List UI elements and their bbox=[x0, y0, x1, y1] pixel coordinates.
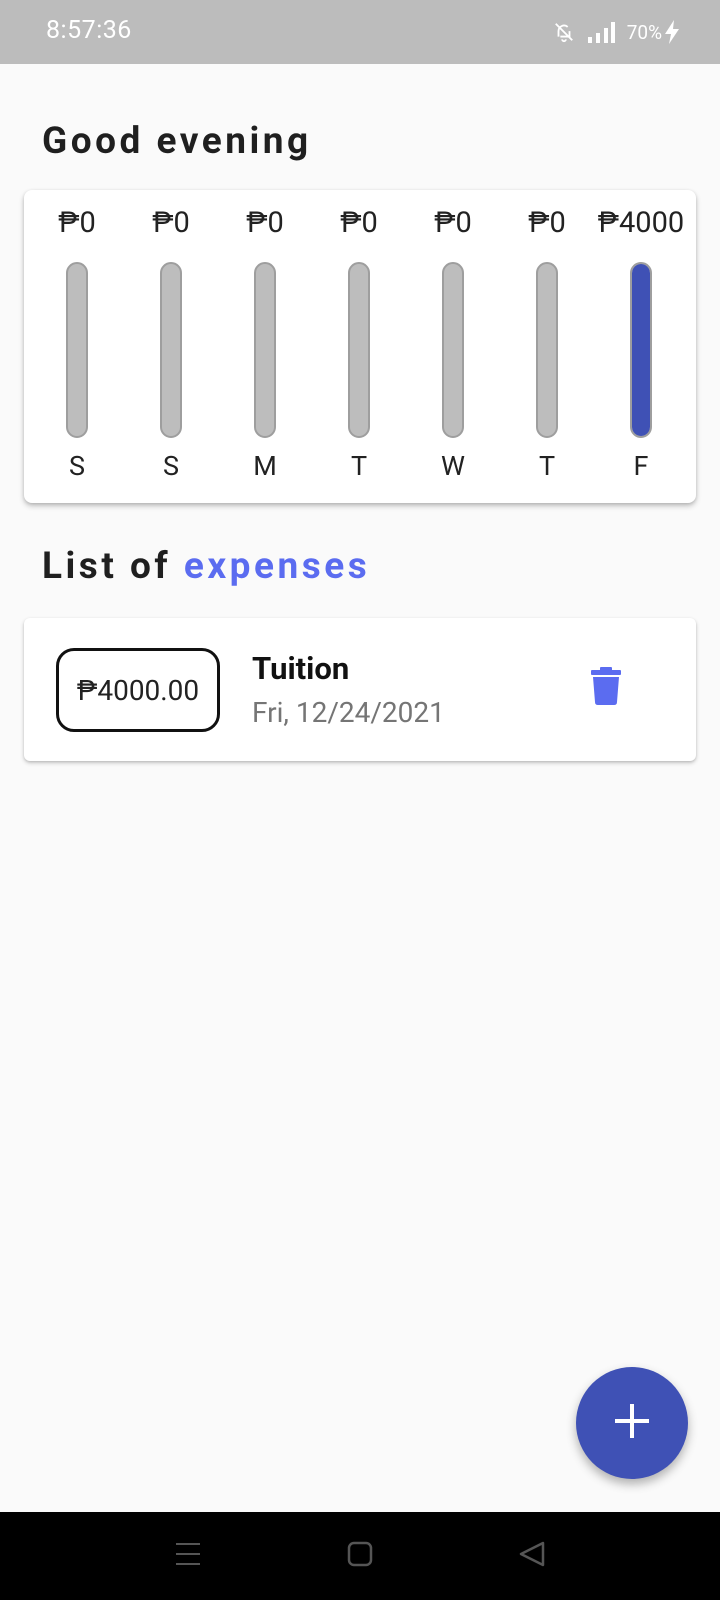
status-icons: 70% bbox=[553, 18, 680, 46]
chart-day-label: S bbox=[68, 450, 86, 482]
menu-icon bbox=[174, 1541, 202, 1571]
back-triangle-icon bbox=[518, 1540, 546, 1572]
chart-amount-label: ₱4000 bbox=[597, 206, 685, 240]
list-heading: List of expenses bbox=[42, 545, 370, 588]
signal-icon bbox=[587, 21, 615, 43]
chart-bar-column: ₱4000 F bbox=[594, 190, 688, 503]
expense-date: Fri, 12/24/2021 bbox=[252, 696, 445, 729]
chart-bar-column: ₱0 W bbox=[406, 190, 500, 503]
chart-bar-track bbox=[536, 262, 558, 438]
chart-bar-track bbox=[442, 262, 464, 438]
expense-amount: ₱4000.00 bbox=[56, 648, 220, 732]
chart-bar-track bbox=[348, 262, 370, 438]
home-square-icon bbox=[346, 1540, 374, 1572]
chart-amount-label: ₱0 bbox=[246, 206, 284, 240]
status-time: 8:57:36 bbox=[46, 16, 132, 45]
expense-title: Tuition bbox=[252, 650, 350, 687]
nav-menu-button[interactable] bbox=[168, 1538, 208, 1574]
system-nav-bar bbox=[0, 1512, 720, 1600]
bell-off-icon bbox=[553, 21, 575, 43]
add-expense-button[interactable] bbox=[576, 1367, 688, 1479]
chart-day-label: T bbox=[350, 450, 368, 482]
status-bar: 8:57:36 70% bbox=[0, 0, 720, 64]
chart-bar-column: ₱0 T bbox=[312, 190, 406, 503]
greeting-title: Good evening bbox=[42, 120, 312, 163]
chart-bar-column: ₱0 T bbox=[500, 190, 594, 503]
chart-bar-track bbox=[160, 262, 182, 438]
chart-day-label: S bbox=[162, 450, 180, 482]
chart-amount-label: ₱0 bbox=[528, 206, 566, 240]
chart-bar bbox=[632, 264, 650, 436]
delete-expense-button[interactable] bbox=[584, 664, 628, 712]
chart-amount-label: ₱0 bbox=[434, 206, 472, 240]
nav-back-button[interactable] bbox=[512, 1538, 552, 1574]
trash-icon bbox=[591, 667, 621, 709]
chart-bar-column: ₱0 S bbox=[124, 190, 218, 503]
chart-bar-column: ₱0 M bbox=[218, 190, 312, 503]
chart-amount-label: ₱0 bbox=[340, 206, 378, 240]
chart-amount-label: ₱0 bbox=[58, 206, 96, 240]
list-heading-prefix: List of bbox=[42, 545, 172, 588]
weekly-chart: ₱0 S ₱0 S ₱0 M ₱0 T ₱0 W ₱0 T ₱4000 F bbox=[24, 190, 696, 503]
chart-bar-track bbox=[254, 262, 276, 438]
plus-icon bbox=[615, 1404, 649, 1442]
chart-day-label: T bbox=[538, 450, 556, 482]
chart-bar-column: ₱0 S bbox=[30, 190, 124, 503]
charging-icon bbox=[664, 20, 680, 44]
chart-day-label: W bbox=[441, 450, 465, 482]
chart-day-label: F bbox=[633, 450, 649, 482]
chart-bar-track bbox=[66, 262, 88, 438]
battery-label: 70% bbox=[626, 20, 662, 44]
list-heading-accent: expenses bbox=[183, 545, 371, 588]
nav-home-button[interactable] bbox=[340, 1538, 380, 1574]
chart-bar-track bbox=[630, 262, 652, 438]
chart-day-label: M bbox=[253, 450, 277, 482]
chart-amount-label: ₱0 bbox=[152, 206, 190, 240]
expense-list-item[interactable]: ₱4000.00 Tuition Fri, 12/24/2021 bbox=[24, 618, 696, 761]
